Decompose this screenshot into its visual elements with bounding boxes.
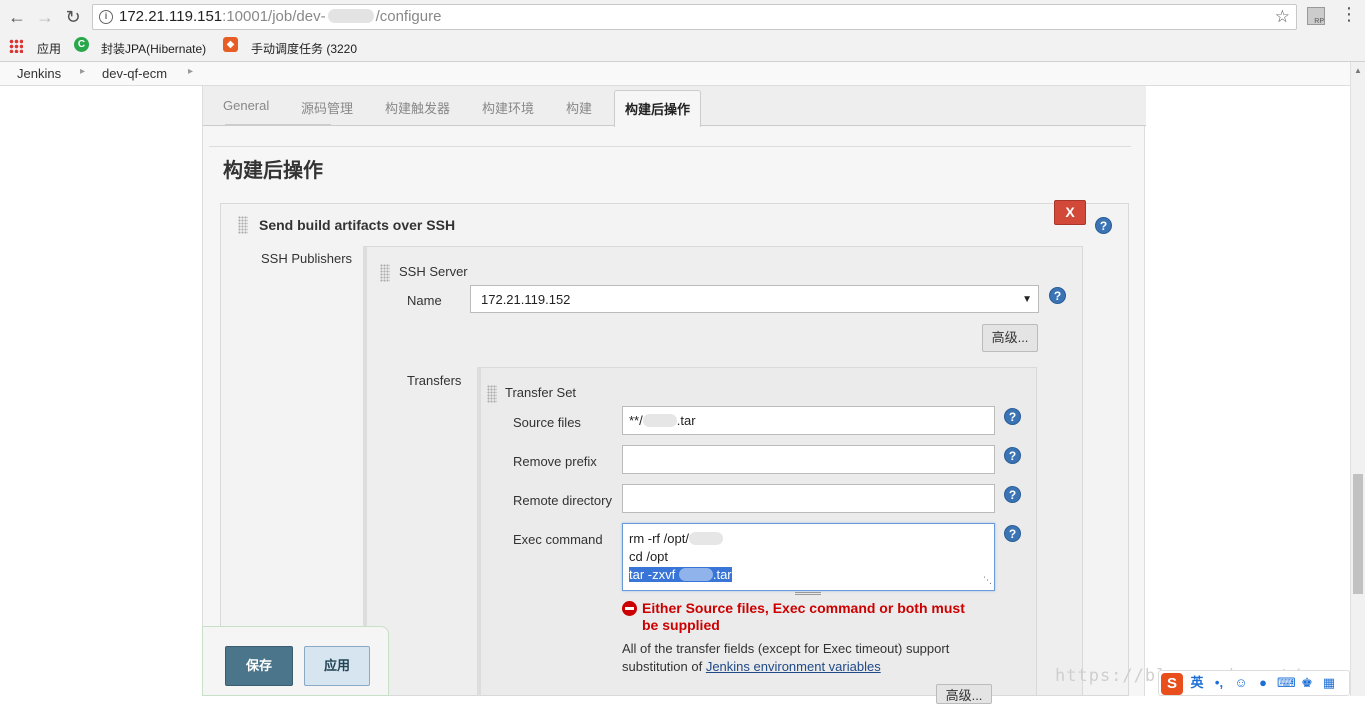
microphone-icon[interactable]: ●	[1255, 675, 1271, 691]
env-vars-link[interactable]: Jenkins environment variables	[706, 659, 881, 674]
scrollbar-thumb[interactable]	[1353, 474, 1363, 594]
tab-post-build[interactable]: 构建后操作	[614, 90, 702, 127]
divider	[209, 146, 1131, 147]
tab-triggers[interactable]: 构建触发器	[385, 98, 450, 117]
redacted-region	[642, 414, 677, 427]
bookmark-jpa[interactable]: 封装JPA(Hibernate)	[101, 40, 209, 57]
reload-icon[interactable]: ↻	[62, 6, 84, 28]
ssh-server-label: SSH Server	[399, 264, 468, 279]
chevron-right-icon: ▸	[188, 66, 194, 77]
gitlab-icon: ◆	[223, 37, 238, 52]
exec-line-1: rm -rf /opt/	[629, 531, 689, 546]
keyboard-icon[interactable]: ⌨	[1277, 675, 1296, 691]
help-icon[interactable]: ?	[1004, 486, 1021, 503]
source-files-input[interactable]: **/ .tar	[622, 406, 995, 435]
config-tabs: General 源码管理 构建触发器 构建环境 构建 构建后操作	[203, 86, 1146, 127]
source-files-prefix: **/	[629, 413, 643, 428]
remote-directory-input[interactable]	[622, 484, 995, 513]
menu-kebab-icon[interactable]: ⋮	[1340, 5, 1358, 23]
remove-prefix-input[interactable]	[622, 445, 995, 474]
toolbox-icon[interactable]: ▦	[1321, 675, 1337, 691]
drag-handle-icon[interactable]	[380, 264, 390, 282]
scroll-up-icon[interactable]: ▲	[1354, 66, 1362, 75]
emoji-icon[interactable]: ☺	[1233, 675, 1249, 691]
remote-directory-label: Remote directory	[513, 493, 612, 508]
drag-handle-icon[interactable]	[238, 216, 248, 234]
forward-arrow-icon[interactable]: →	[34, 6, 56, 28]
transfers-label: Transfers	[407, 373, 462, 388]
advanced-button[interactable]: 高级...	[982, 324, 1038, 352]
bookmark-apps[interactable]: 应用	[37, 40, 61, 57]
punctuation-icon[interactable]: •,	[1211, 675, 1227, 691]
section-title: 构建后操作	[223, 160, 323, 182]
name-label: Name	[407, 293, 442, 308]
exec-command-label: Exec command	[513, 532, 603, 547]
tab-environment[interactable]: 构建环境	[482, 98, 534, 117]
delete-publisher-button[interactable]: X	[1054, 200, 1086, 225]
exec-command-textarea[interactable]: rm -rf /opt/ cd /opt tar -zxvf .tar ⋱	[622, 523, 995, 591]
url-path: :10001/job/dev-	[222, 8, 326, 25]
exec-line-3-suffix: .tar	[712, 567, 732, 582]
bottom-action-bar: 保存 应用	[202, 626, 389, 696]
ime-lang[interactable]: 英	[1189, 675, 1205, 691]
validation-error: Either Source files, Exec command or bot…	[622, 600, 982, 634]
exec-line-2: cd /opt	[629, 549, 669, 564]
resize-grip-icon[interactable]: ⋱	[983, 571, 992, 589]
page-scrollbar[interactable]: ▲	[1350, 62, 1365, 696]
bookmarks-bar: 应用 C 封装JPA(Hibernate) ◆ 手动调度任务 (3220	[0, 34, 1365, 60]
transfer-set-label: Transfer Set	[505, 385, 577, 400]
exec-line-3: tar -zxvf	[629, 567, 679, 582]
redacted-region	[678, 568, 713, 581]
resize-handle[interactable]	[795, 592, 821, 595]
error-text: Either Source files, Exec command or bot…	[642, 600, 965, 633]
skin-icon[interactable]: ♚	[1299, 675, 1315, 691]
redacted-region	[688, 532, 723, 545]
ime-toolbar: S 英 •, ☺ ● ⌨ ♚ ▦	[1158, 670, 1350, 696]
tab-general[interactable]: General	[223, 98, 269, 113]
browser-chrome: ← → ↻ i 172.21.119.151:10001/job/dev- /co…	[0, 0, 1365, 62]
bookmark-task[interactable]: 手动调度任务 (3220	[251, 40, 359, 57]
sogou-icon[interactable]: S	[1161, 673, 1183, 695]
tab-scm[interactable]: 源码管理	[301, 98, 353, 117]
apps-grid-icon[interactable]	[9, 39, 23, 53]
info-icon[interactable]: i	[99, 10, 113, 24]
remove-prefix-label: Remove prefix	[513, 454, 597, 469]
breadcrumb: Jenkins ▸ dev-qf-ecm ▸	[0, 62, 1365, 86]
bookmark-star-icon[interactable]: ☆	[1275, 5, 1290, 29]
url-host: 172.21.119.151	[119, 8, 223, 25]
error-icon	[622, 601, 637, 616]
url-tail: /configure	[375, 8, 442, 25]
extension-icon[interactable]: RP	[1307, 7, 1325, 25]
config-panel: General 源码管理 构建触发器 构建环境 构建 构建后操作 构建后操作 S…	[202, 86, 1146, 704]
drag-handle-icon[interactable]	[487, 385, 497, 403]
back-arrow-icon[interactable]: ←	[6, 6, 28, 28]
ssh-publishers-label: SSH Publishers	[261, 251, 353, 266]
source-files-label: Source files	[513, 415, 581, 430]
server-name-value: 172.21.119.152	[481, 292, 571, 307]
help-icon[interactable]: ?	[1095, 217, 1112, 234]
dropdown-arrow-icon: ▼	[1022, 294, 1032, 305]
breadcrumb-job[interactable]: dev-qf-ecm	[102, 66, 167, 81]
advanced-button-2[interactable]: 高级...	[936, 684, 992, 704]
help-icon[interactable]: ?	[1004, 408, 1021, 425]
address-bar[interactable]: i 172.21.119.151:10001/job/dev- /configur…	[92, 4, 1297, 30]
save-button[interactable]: 保存	[225, 646, 293, 686]
chevron-right-icon: ▸	[80, 66, 86, 77]
tab-build[interactable]: 构建	[566, 98, 592, 117]
help-icon[interactable]: ?	[1049, 287, 1066, 304]
apply-button[interactable]: 应用	[304, 646, 370, 686]
transfer-note: All of the transfer fields (except for E…	[622, 640, 982, 676]
help-icon[interactable]: ?	[1004, 447, 1021, 464]
breadcrumb-jenkins[interactable]: Jenkins	[17, 66, 61, 81]
bookmark-c-icon: C	[74, 37, 89, 52]
source-files-suffix: .tar	[676, 413, 696, 428]
divider	[225, 124, 331, 125]
redacted-region	[327, 9, 374, 23]
publisher-title: Send build artifacts over SSH	[259, 217, 456, 233]
help-icon[interactable]: ?	[1004, 525, 1021, 542]
server-name-select[interactable]: 172.21.119.152 ▼	[470, 285, 1039, 313]
